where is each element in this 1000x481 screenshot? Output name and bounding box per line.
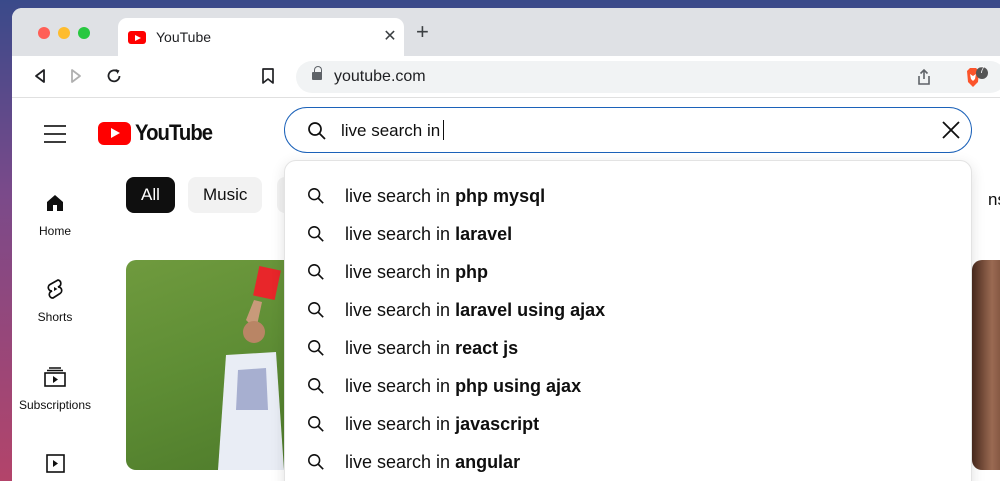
suggestion-completion: angular <box>455 452 521 472</box>
tab-title: YouTube <box>156 29 212 45</box>
youtube-favicon-icon <box>128 31 146 44</box>
suggestion-item[interactable]: live search in laravel using ajax <box>285 292 971 330</box>
suggestion-completion: laravel using ajax <box>455 300 606 320</box>
chip-partial-label[interactable]: ns <box>988 190 1000 210</box>
suggestion-item[interactable]: live search in php mysql <box>285 178 971 216</box>
suggestion-prefix: live search in <box>345 186 456 206</box>
suggestion-completion: javascript <box>455 414 540 434</box>
search-icon <box>307 453 325 476</box>
browser-toolbar: youtube.com 7 <box>12 56 1000 98</box>
shorts-icon <box>12 276 98 302</box>
suggestion-completion: laravel <box>455 224 513 244</box>
search-icon <box>307 377 325 400</box>
suggestion-item[interactable]: live search in react js <box>285 330 971 368</box>
library-icon <box>12 450 98 476</box>
sidebar-item-label: Shorts <box>37 310 73 324</box>
sidebar-item-library[interactable] <box>12 450 98 476</box>
suggestion-item[interactable]: live search in php using ajax <box>285 368 971 406</box>
suggestion-text: live search in php <box>345 262 488 283</box>
tab-youtube[interactable]: YouTube ✕ <box>118 18 404 56</box>
search-icon <box>307 121 327 146</box>
suggestion-text: live search in laravel using ajax <box>345 300 605 321</box>
url-text: youtube.com <box>334 68 426 85</box>
brave-shield-icon[interactable]: 7 <box>960 65 988 95</box>
youtube-logo[interactable]: YouTube <box>98 120 219 146</box>
youtube-play-icon <box>98 121 131 145</box>
sidebar-item-subscriptions[interactable]: Subscriptions <box>12 364 98 412</box>
chip-all[interactable]: All <box>126 177 175 213</box>
suggestion-text: live search in php using ajax <box>345 376 581 397</box>
suggestion-completion: react js <box>455 338 519 358</box>
suggestion-text: live search in react js <box>345 338 518 359</box>
back-icon[interactable] <box>28 64 52 88</box>
home-icon <box>12 190 98 216</box>
clear-search-icon[interactable] <box>941 120 961 145</box>
suggestion-item[interactable]: live search in javascript <box>285 406 971 444</box>
sidebar-item-label: Subscriptions <box>18 398 92 412</box>
search-input[interactable]: live search in <box>284 107 972 153</box>
suggestion-text: live search in javascript <box>345 414 539 435</box>
youtube-page: YouTube Home Shorts Subscriptions All Mu… <box>12 98 1000 481</box>
sidebar-item-label: Home <box>38 224 71 238</box>
lock-icon <box>312 66 322 83</box>
youtube-wordmark: YouTube <box>135 120 213 145</box>
suggestion-prefix: live search in <box>345 414 456 434</box>
chip-music[interactable]: Music <box>188 177 263 213</box>
search-suggestions-dropdown: live search in php mysql live search in l… <box>284 160 972 481</box>
tab-close-icon[interactable]: ✕ <box>380 26 400 46</box>
subscriptions-icon <box>12 364 98 390</box>
suggestion-prefix: live search in <box>345 452 456 472</box>
suggestion-completion: php using ajax <box>455 376 582 396</box>
share-icon[interactable] <box>916 68 932 91</box>
suggestion-item[interactable]: live search in php <box>285 254 971 292</box>
suggestion-text: live search in angular <box>345 452 520 473</box>
suggestion-prefix: live search in <box>345 224 456 244</box>
search-icon <box>307 301 325 324</box>
search-icon <box>307 225 325 248</box>
maximize-window-button[interactable] <box>78 27 90 39</box>
suggestion-prefix: live search in <box>345 376 456 396</box>
video-thumbnail-right[interactable] <box>972 260 1000 470</box>
new-tab-icon[interactable]: + <box>416 21 429 43</box>
extension-badge: 7 <box>979 65 985 75</box>
search-icon <box>307 339 325 362</box>
sidebar-item-shorts[interactable]: Shorts <box>12 276 98 324</box>
close-window-button[interactable] <box>38 27 50 39</box>
suggestion-completion: php <box>455 262 489 282</box>
suggestion-item[interactable]: live search in laravel <box>285 216 971 254</box>
forward-icon[interactable] <box>64 64 88 88</box>
search-query-text: live search in <box>341 120 445 141</box>
minimize-window-button[interactable] <box>58 27 70 39</box>
search-icon <box>307 263 325 286</box>
sidebar-item-home[interactable]: Home <box>12 190 98 238</box>
search-icon <box>307 187 325 210</box>
suggestion-completion: php mysql <box>455 186 546 206</box>
browser-window: YouTube ✕ + youtube.com 7 YouTube Home S… <box>12 8 1000 481</box>
bookmark-icon[interactable] <box>256 64 280 88</box>
reload-icon[interactable] <box>102 64 126 88</box>
tab-strip: YouTube ✕ + <box>12 8 1000 56</box>
suggestion-prefix: live search in <box>345 262 456 282</box>
suggestion-text: live search in php mysql <box>345 186 545 207</box>
suggestion-text: live search in laravel <box>345 224 512 245</box>
suggestion-prefix: live search in <box>345 338 456 358</box>
search-icon <box>307 415 325 438</box>
suggestion-prefix: live search in <box>345 300 456 320</box>
suggestion-item[interactable]: live search in angular <box>285 444 971 481</box>
address-bar[interactable]: youtube.com 7 <box>296 61 1000 93</box>
menu-icon[interactable] <box>44 125 66 149</box>
